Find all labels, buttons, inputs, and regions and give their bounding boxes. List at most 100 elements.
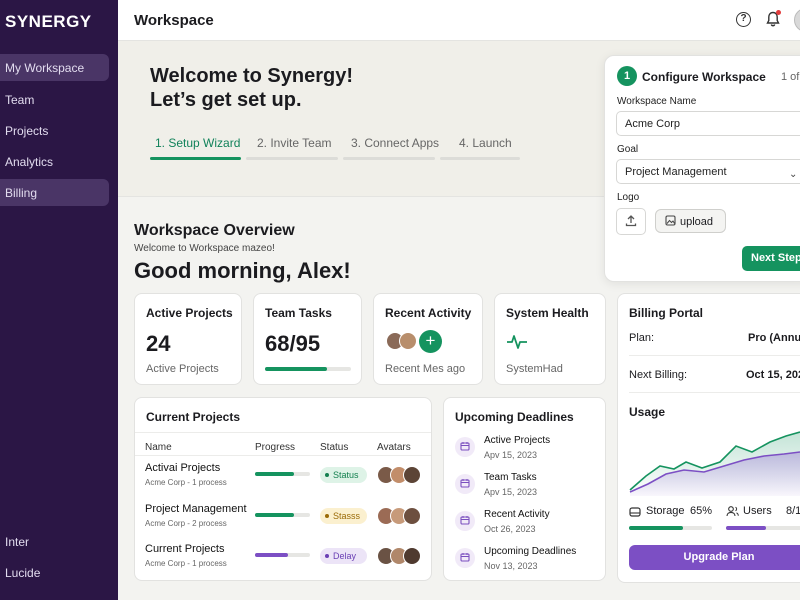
sidebar-item-billing[interactable]: Billing <box>0 179 109 206</box>
storage-icon <box>629 507 641 517</box>
upload-button[interactable]: upload <box>655 209 726 233</box>
card-title: Upcoming Deadlines <box>455 410 574 424</box>
avatar <box>403 466 421 484</box>
step-indicator-active <box>150 157 241 160</box>
sidebar-item-label: Billing <box>5 186 38 200</box>
deadline-name: Upcoming Deadlines <box>484 546 577 557</box>
card-title: Active Projects <box>146 306 233 320</box>
wizard-title: Configure Workspace <box>642 70 766 84</box>
status-dot <box>325 473 329 477</box>
next-step-button[interactable]: Next Step <box>742 246 800 271</box>
storage-value: 65% <box>690 505 713 517</box>
status-badge: Stasss <box>320 508 367 524</box>
divider <box>629 355 800 356</box>
project-name: Current Projects <box>145 543 225 555</box>
users-progress <box>726 526 800 530</box>
card-caption: Recent Mes ago <box>385 363 466 375</box>
notification-dot <box>776 10 781 15</box>
workspace-name-field[interactable]: Acme Corp <box>616 111 800 136</box>
sidebar-item-label: Analytics <box>5 155 54 169</box>
help-icon[interactable]: ? <box>736 12 751 27</box>
logo-upload-icon-button[interactable] <box>616 208 646 235</box>
workspace-name-label: Workspace Name <box>617 96 697 107</box>
team-tasks-card[interactable]: Team Tasks 68/95 <box>253 293 362 385</box>
project-name: Activai Projects <box>145 462 221 474</box>
upgrade-plan-button[interactable]: Upgrade Plan <box>629 545 800 570</box>
deadline-name: Team Tasks <box>484 472 537 483</box>
avatar[interactable] <box>794 8 800 32</box>
column-header-progress: Progress <box>255 442 296 453</box>
sidebar-item-team[interactable]: Team <box>0 86 109 113</box>
hero-title-line2: Let’s get set up. <box>150 89 302 111</box>
chevron-down-icon: ⌄ <box>789 169 798 180</box>
project-subtitle: Acme Corp - 2 process <box>145 519 227 528</box>
status-dot <box>325 554 329 558</box>
avatar <box>399 332 417 350</box>
divider <box>135 432 431 433</box>
project-progress <box>255 513 310 517</box>
card-title: Team Tasks <box>265 306 332 320</box>
status-label: Delay <box>333 551 357 561</box>
greeting: Good morning, Alex! <box>134 258 351 283</box>
billing-portal-card: Billing Portal Plan: Pro (Annua Next Bil… <box>617 293 800 583</box>
goal-select[interactable]: Project Management <box>616 159 800 184</box>
add-member-button[interactable]: + <box>419 330 442 353</box>
card-caption: Active Projects <box>146 363 219 375</box>
overview-title: Workspace Overview <box>134 222 295 239</box>
users-value: 8/1 <box>786 505 800 517</box>
storage-progress <box>629 526 712 530</box>
sidebar-item-projects[interactable]: Projects <box>0 117 109 144</box>
brand-logo: SYNERGY <box>5 12 92 31</box>
step-connect-apps[interactable]: 3. Connect Apps <box>351 136 439 150</box>
sidebar-footer-lucide[interactable]: Lucide <box>5 566 40 580</box>
recent-activity-card[interactable]: Recent Activity + Recent Mes ago <box>373 293 483 385</box>
calendar-icon <box>455 437 475 457</box>
divider <box>629 392 800 393</box>
sidebar-item-label: My Workspace <box>5 61 85 75</box>
users-label: Users <box>743 505 772 517</box>
step-number-badge: 1 <box>617 66 637 86</box>
deadline-name: Active Projects <box>484 435 551 446</box>
card-caption: SystemHаd <box>506 363 563 375</box>
configure-workspace-card: 1 Configure Workspace 1 of Workspace Nam… <box>604 55 800 282</box>
status-label: Status <box>333 470 359 480</box>
storage-label: Storage <box>646 505 685 517</box>
sidebar: SYNERGY My Workspace Team Projects Analy… <box>0 0 118 600</box>
sidebar-footer-inter[interactable]: Inter <box>5 535 29 549</box>
logo-label: Logo <box>617 192 640 203</box>
column-header-name: Name <box>145 442 172 453</box>
status-badge: Delay <box>320 548 367 564</box>
step-setup-wizard[interactable]: 1. Setup Wizard <box>155 136 240 150</box>
page-title: Workspace <box>134 12 214 29</box>
project-progress <box>255 553 310 557</box>
deadline-date: Apv 15, 2023 <box>484 487 538 497</box>
active-projects-card[interactable]: Active Projects 24 Active Projects <box>134 293 242 385</box>
sidebar-item-label: Projects <box>5 124 49 138</box>
step-invite-team[interactable]: 2. Invite Team <box>257 136 331 150</box>
usage-chart <box>629 431 800 496</box>
upload-icon <box>625 215 637 227</box>
calendar-icon <box>455 474 475 494</box>
deadline-date: Nov 13, 2023 <box>484 561 538 571</box>
card-title: Billing Portal <box>629 306 704 320</box>
project-progress <box>255 472 310 476</box>
step-indicator <box>343 157 435 160</box>
system-health-card[interactable]: System Health SystemHаd <box>494 293 606 385</box>
calendar-icon <box>455 511 475 531</box>
project-name: Project Management <box>145 503 247 515</box>
status-badge: Status <box>320 467 367 483</box>
image-icon <box>665 215 676 226</box>
goal-label: Goal <box>617 144 639 155</box>
status-dot <box>325 514 329 518</box>
deadline-name: Recent Activity <box>484 509 550 520</box>
sidebar-item-analytics[interactable]: Analytics <box>0 148 109 175</box>
column-header-status: Status <box>320 442 349 453</box>
step-launch[interactable]: 4. Launch <box>459 136 512 150</box>
sidebar-item-my-workspace[interactable]: My Workspace <box>0 54 109 81</box>
team-tasks-progress <box>265 367 351 371</box>
deadline-date: Apv 15, 2023 <box>484 450 538 460</box>
plan-value: Pro (Annua <box>748 332 800 344</box>
overview-subtitle: Welcome to Workspace mazeo! <box>134 243 275 254</box>
avatar <box>403 547 421 565</box>
team-tasks-value: 68/95 <box>265 331 321 356</box>
